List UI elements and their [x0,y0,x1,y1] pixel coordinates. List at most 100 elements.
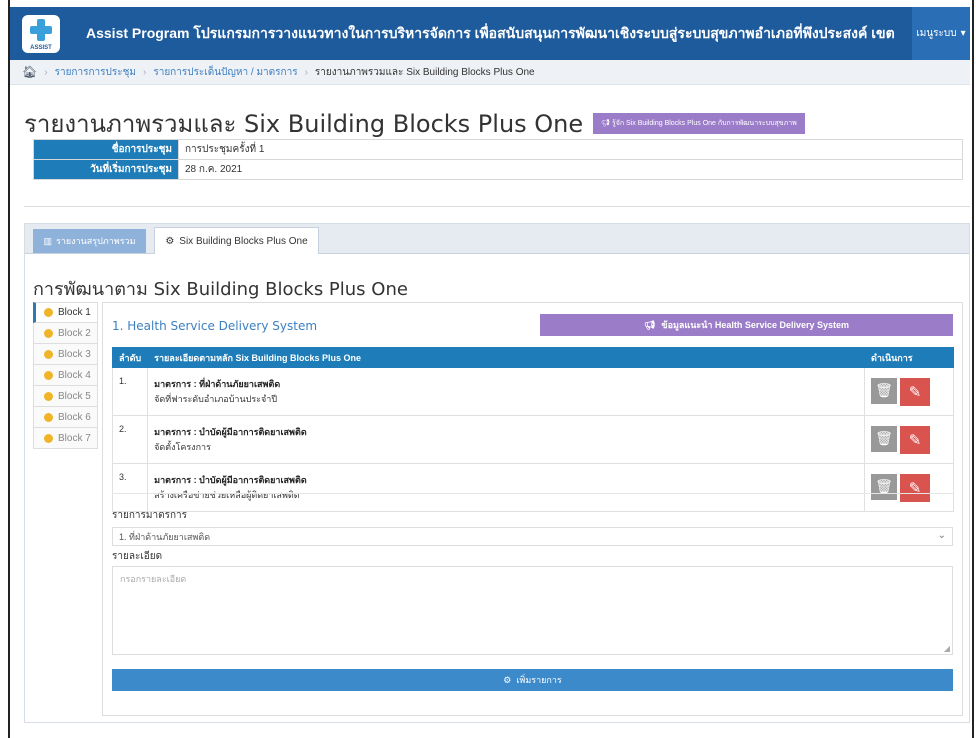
meeting-name-value: การประชุมครั้งที่ 1 [178,139,963,160]
meeting-date-row: วันที่เริ่มการประชุม 28 ก.ค. 2021 [33,159,963,180]
tab-overview-label: รายงานสรุปภาพรวม [55,236,136,246]
pencil-icon: ✎ [908,431,922,449]
status-dot-icon [44,412,53,422]
breadcrumb-separator: › [142,66,147,78]
breadcrumb-link-issues[interactable]: รายการประเด็นปัญหา / มาตรการ [153,65,297,80]
caret-down-icon: ▾ [960,28,966,39]
measure-select[interactable]: 1. ที่ฝ่าด้านภัยยาเสพติด ⌄ [112,527,953,546]
add-item-button[interactable]: ⚙ เพิ่มรายการ [112,669,953,691]
status-dot-icon [44,349,53,359]
delete-button[interactable]: 🗑︎ [871,377,897,404]
col-header-order: ลำดับ [111,347,149,368]
status-dot-icon [44,433,53,443]
row-actions: 🗑︎ ✎ [864,415,954,464]
block-tab-4[interactable]: Block 4 [33,365,98,386]
pencil-icon: ✎ [908,383,922,401]
home-icon[interactable]: 🏠︎ [22,65,37,79]
block-content: 1. Health Service Delivery System 📢︎ ข้อ… [102,302,963,716]
row-number: 3. [111,463,149,512]
block-label: Block 1 [58,307,91,318]
meeting-name-row: ชื่อการประชุม การประชุมครั้งที่ 1 [33,139,963,160]
chevron-down-icon: ⌄ [937,530,946,541]
table-row: 2. มาตรการ : บำบัดผู้มีอาการติดยาเสพติด … [111,415,954,464]
system-menu-dropdown[interactable]: เมนูระบบ ▾ [912,7,970,60]
health-service-info-button[interactable]: 📢︎ ข้อมูลแนะนำ Health Service Delivery S… [540,314,953,336]
row-detail-cell: มาตรการ : บำบัดผู้มีอาการติดยาเสพติด จัด… [147,415,865,464]
block-title: 1. Health Service Delivery System [112,319,318,333]
block-label: Block 2 [58,327,91,339]
breadcrumb-current: รายงานภาพรวมและ Six Building Blocks Plus… [314,66,535,78]
status-dot-icon [44,308,53,317]
info-button-label: ข้อมูลแนะนำ Health Service Delivery Syst… [661,320,849,330]
breadcrumb: 🏠︎ › รายการการประชุม › รายการประเด็นปัญห… [10,60,970,85]
meeting-date-value: 28 ก.ค. 2021 [178,159,963,180]
meeting-name-label: ชื่อการประชุม [33,139,179,160]
meeting-info-table: ชื่อการประชุม การประชุมครั้งที่ 1 วันที่… [33,139,963,180]
gear-icon: ⚙ [165,235,175,247]
block-tab-2[interactable]: Block 2 [33,323,98,344]
assist-logo[interactable]: ASSIST [22,14,60,53]
block-tab-3[interactable]: Block 3 [33,344,98,365]
edit-button[interactable]: ✎ [900,377,930,406]
app-title: Assist Program โปรแกรมการวางแนวทางในการบ… [86,24,895,41]
block-tab-6[interactable]: Block 6 [33,407,98,428]
row-detail: จัดตั้งโครงการ [154,442,211,452]
edit-button[interactable]: ✎ [900,473,930,502]
status-dot-icon [44,328,53,338]
divider [24,206,970,207]
delete-button[interactable]: 🗑︎ [871,425,897,452]
row-detail: จัดที่ฟาระดับอำเภอบ้านประจำปี [154,394,278,404]
row-measure: มาตรการ : บำบัดผู้มีอาการติดยาเสพติด [154,427,307,437]
table-row: 3. มาตรการ : บำบัดผู้มีอาการติดยาเสพติด … [111,463,954,512]
block-tab-7[interactable]: Block 7 [33,428,98,449]
status-dot-icon [44,391,53,401]
row-actions: 🗑︎ ✎ [864,367,954,416]
block-tab-1[interactable]: Block 1 [33,302,98,323]
top-navbar: ASSIST Assist Program โปรแกรมการวางแนวทา… [10,7,970,60]
row-number: 2. [111,415,149,464]
meeting-date-label: วันที่เริ่มการประชุม [33,159,179,180]
table-header-row: ลำดับ รายละเอียดตามหลัก Six Building Blo… [111,347,954,368]
page-title: รายงานภาพรวมและ Six Building Blocks Plus… [24,110,584,138]
row-detail: สร้างเครือข่ายช่วยเหลือผู้ติดยาเสพติด [154,490,300,500]
trash-icon: 🗑︎ [875,430,893,446]
detail-label: รายละเอียด [112,551,163,562]
row-measure: มาตรการ : ที่ฝ่าด้านภัยยาเสพติด [154,379,281,389]
detail-placeholder: กรอกรายละเอียด [120,574,187,584]
trash-icon: 🗑︎ [875,382,893,398]
delete-button[interactable]: 🗑︎ [871,473,897,500]
breadcrumb-link-meetings[interactable]: รายการการประชุม [55,65,136,80]
detail-textarea[interactable]: กรอกรายละเอียด ◢ [112,566,953,655]
edit-button[interactable]: ✎ [900,425,930,454]
block-label: Block 7 [58,432,91,444]
block-label: Block 5 [58,390,91,402]
megaphone-icon: 📢︎ [601,120,611,127]
block-tab-5[interactable]: Block 5 [33,386,98,407]
breadcrumb-separator: › [44,66,48,78]
gears-icon: ⚙ [503,674,512,685]
table-row: 1. มาตรการ : ที่ฝ่าด้านภัยยาเสพติด จัดที… [111,367,954,416]
logo-text: ASSIST [30,44,52,51]
system-menu-label: เมนูระบบ [916,28,957,39]
page-title-row: รายงานภาพรวมและ Six Building Blocks Plus… [24,104,805,143]
tab-overview-report[interactable]: ▥ รายงานสรุปภาพรวม [33,229,146,253]
row-number: 1. [111,367,149,416]
breadcrumb-separator: › [304,66,308,78]
about-six-blocks-badge[interactable]: 📢︎ รู้จัก Six Building Blocks Plus One ก… [593,113,805,134]
measures-table: ลำดับ รายละเอียดตามหลัก Six Building Blo… [111,347,954,512]
row-actions: 🗑︎ ✎ [864,463,954,512]
row-measure: มาตรการ : บำบัดผู้มีอาการติดยาเสพติด [154,475,307,485]
tab-panel: ▥ รายงานสรุปภาพรวม ⚙ Six Building Blocks… [24,223,970,723]
tab-bar: ▥ รายงานสรุปภาพรวม ⚙ Six Building Blocks… [25,224,969,254]
tab-six-building-blocks[interactable]: ⚙ Six Building Blocks Plus One [154,227,319,254]
resize-grip-icon[interactable]: ◢ [944,644,950,653]
row-detail-cell: มาตรการ : บำบัดผู้มีอาการติดยาเสพติด สร้… [147,463,865,512]
col-header-detail: รายละเอียดตามหลัก Six Building Blocks Pl… [147,347,865,368]
megaphone-icon: 📢︎ [643,319,656,330]
add-item-label: เพิ่มรายการ [516,675,562,685]
about-badge-label: รู้จัก Six Building Blocks Plus One กับก… [612,120,797,127]
col-header-action: ดำเนินการ [864,347,954,368]
form-divider [112,493,954,494]
measure-select-label: รายการมาตรการ [112,510,187,521]
status-dot-icon [44,370,53,380]
